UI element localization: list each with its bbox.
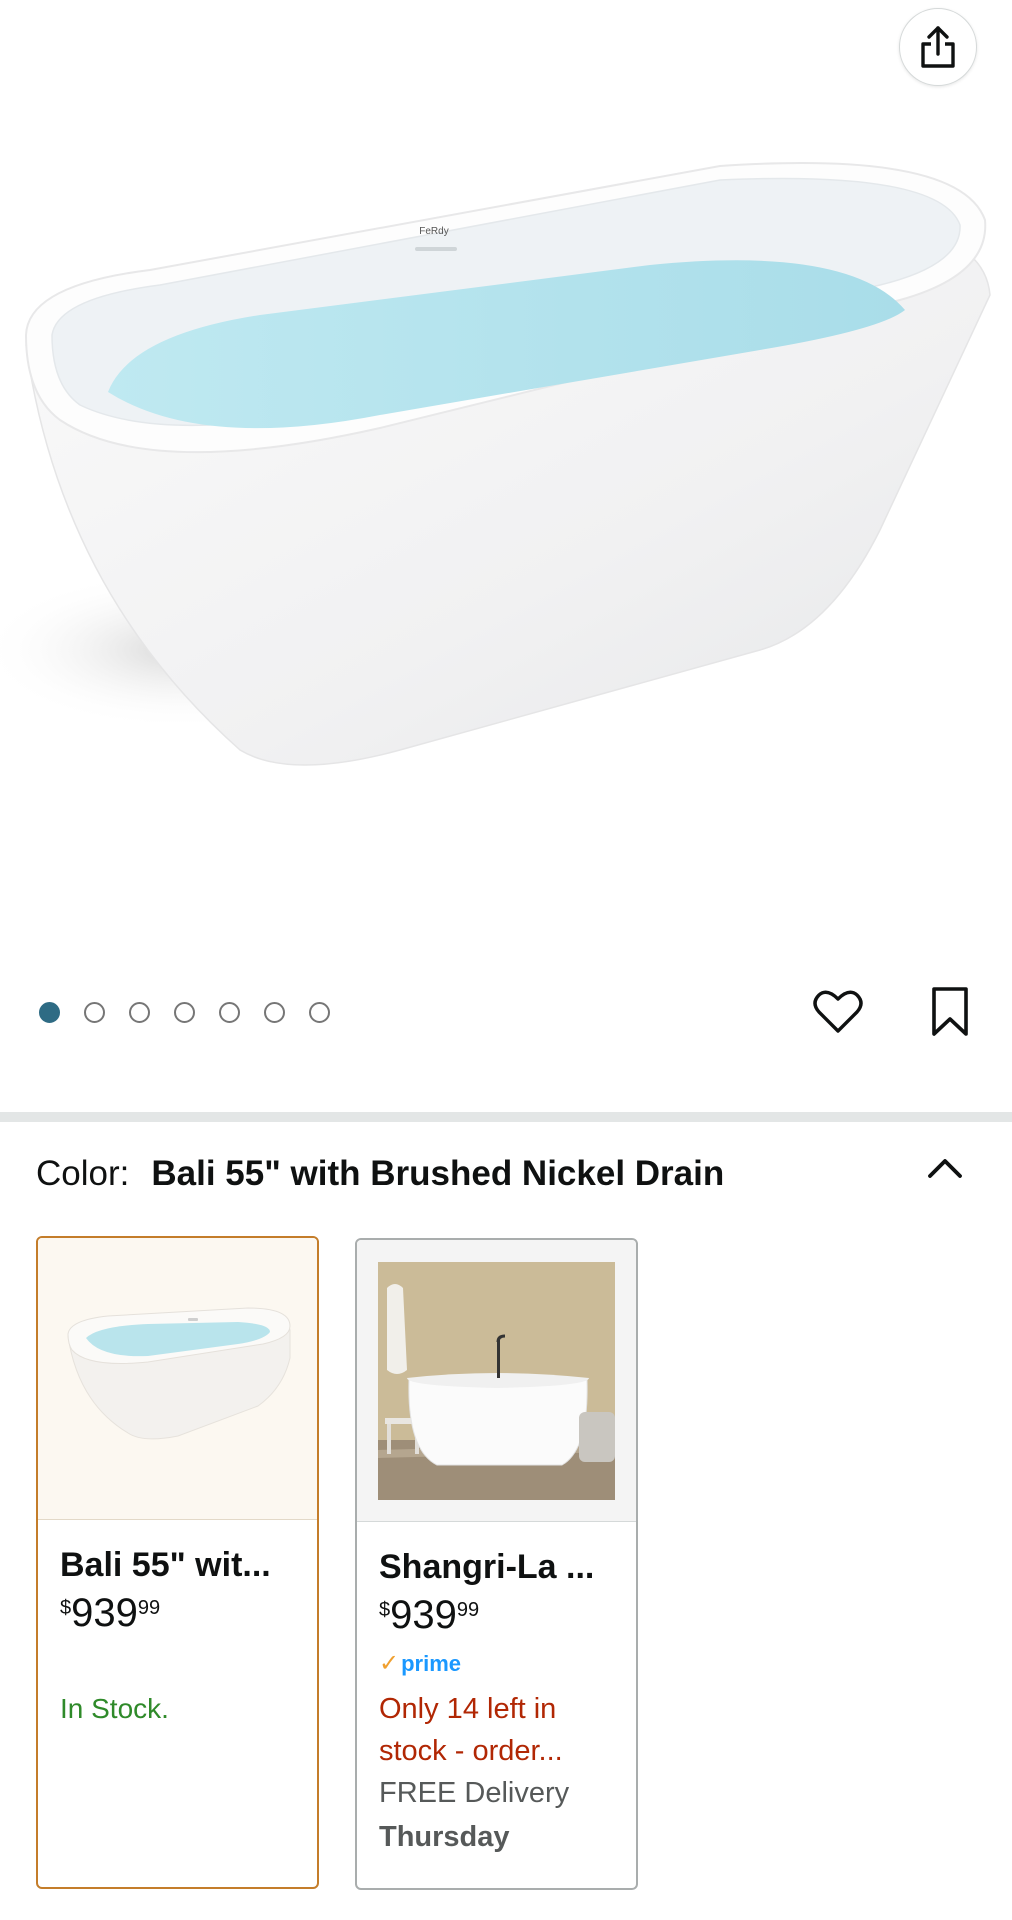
- prime-check-icon: ✓: [379, 1650, 400, 1677]
- selected-color-value: Bali 55" with Brushed Nickel Drain: [151, 1154, 725, 1193]
- price-whole: 939: [71, 1591, 138, 1635]
- carousel-dot[interactable]: [174, 1002, 195, 1023]
- collapse-variations-button[interactable]: [920, 1148, 970, 1188]
- variant-price: $ 939 99: [60, 1591, 295, 1635]
- variant-image: [38, 1238, 317, 1520]
- price-symbol: $: [379, 1599, 391, 1621]
- brand-mark: FeRdy: [419, 226, 448, 237]
- price-whole: 939: [390, 1593, 457, 1637]
- bookmark-icon: [932, 987, 968, 1036]
- variant-price: $ 939 99: [379, 1593, 614, 1637]
- variant-title: Shangri-La ...: [379, 1548, 595, 1586]
- carousel-dot[interactable]: [39, 1002, 60, 1023]
- save-button[interactable]: [925, 984, 975, 1040]
- chevron-up-icon: [928, 1159, 962, 1178]
- section-divider: [0, 1112, 1012, 1122]
- product-image[interactable]: FeRdy: [0, 130, 1012, 810]
- carousel-dot[interactable]: [309, 1002, 330, 1023]
- price-fraction: 99: [456, 1599, 480, 1621]
- availability-status: In Stock.: [60, 1693, 169, 1724]
- variant-card-bali[interactable]: Bali 55" wit... $ 939 99 In Stock.: [36, 1236, 319, 1889]
- carousel-dot[interactable]: [84, 1002, 105, 1023]
- color-selection-row: Color: Bali 55" with Brushed Nickel Drai…: [36, 1152, 724, 1196]
- prime-badge: ✓ prime: [379, 1649, 614, 1678]
- share-icon: [921, 26, 955, 68]
- variant-image: [357, 1240, 636, 1522]
- carousel-dot[interactable]: [219, 1002, 240, 1023]
- heart-icon: [813, 990, 863, 1033]
- prime-label: prime: [401, 1650, 462, 1676]
- image-carousel-dots[interactable]: [39, 1002, 330, 1023]
- share-button[interactable]: [899, 8, 977, 86]
- price-symbol: $: [60, 1597, 72, 1619]
- delivery-info: FREE Delivery: [379, 1777, 570, 1809]
- carousel-dot[interactable]: [264, 1002, 285, 1023]
- availability-status: Only 14 left in stock - order...: [379, 1693, 563, 1767]
- color-label: Color:: [36, 1154, 130, 1193]
- wishlist-button[interactable]: [810, 984, 866, 1040]
- variant-title: Bali 55" wit...: [60, 1546, 271, 1584]
- carousel-dot[interactable]: [129, 1002, 150, 1023]
- price-fraction: 99: [137, 1597, 161, 1619]
- variant-card-shangri-la[interactable]: Shangri-La ... $ 939 99 ✓ prime Only 14 …: [355, 1238, 638, 1890]
- delivery-day: Thursday: [379, 1821, 510, 1853]
